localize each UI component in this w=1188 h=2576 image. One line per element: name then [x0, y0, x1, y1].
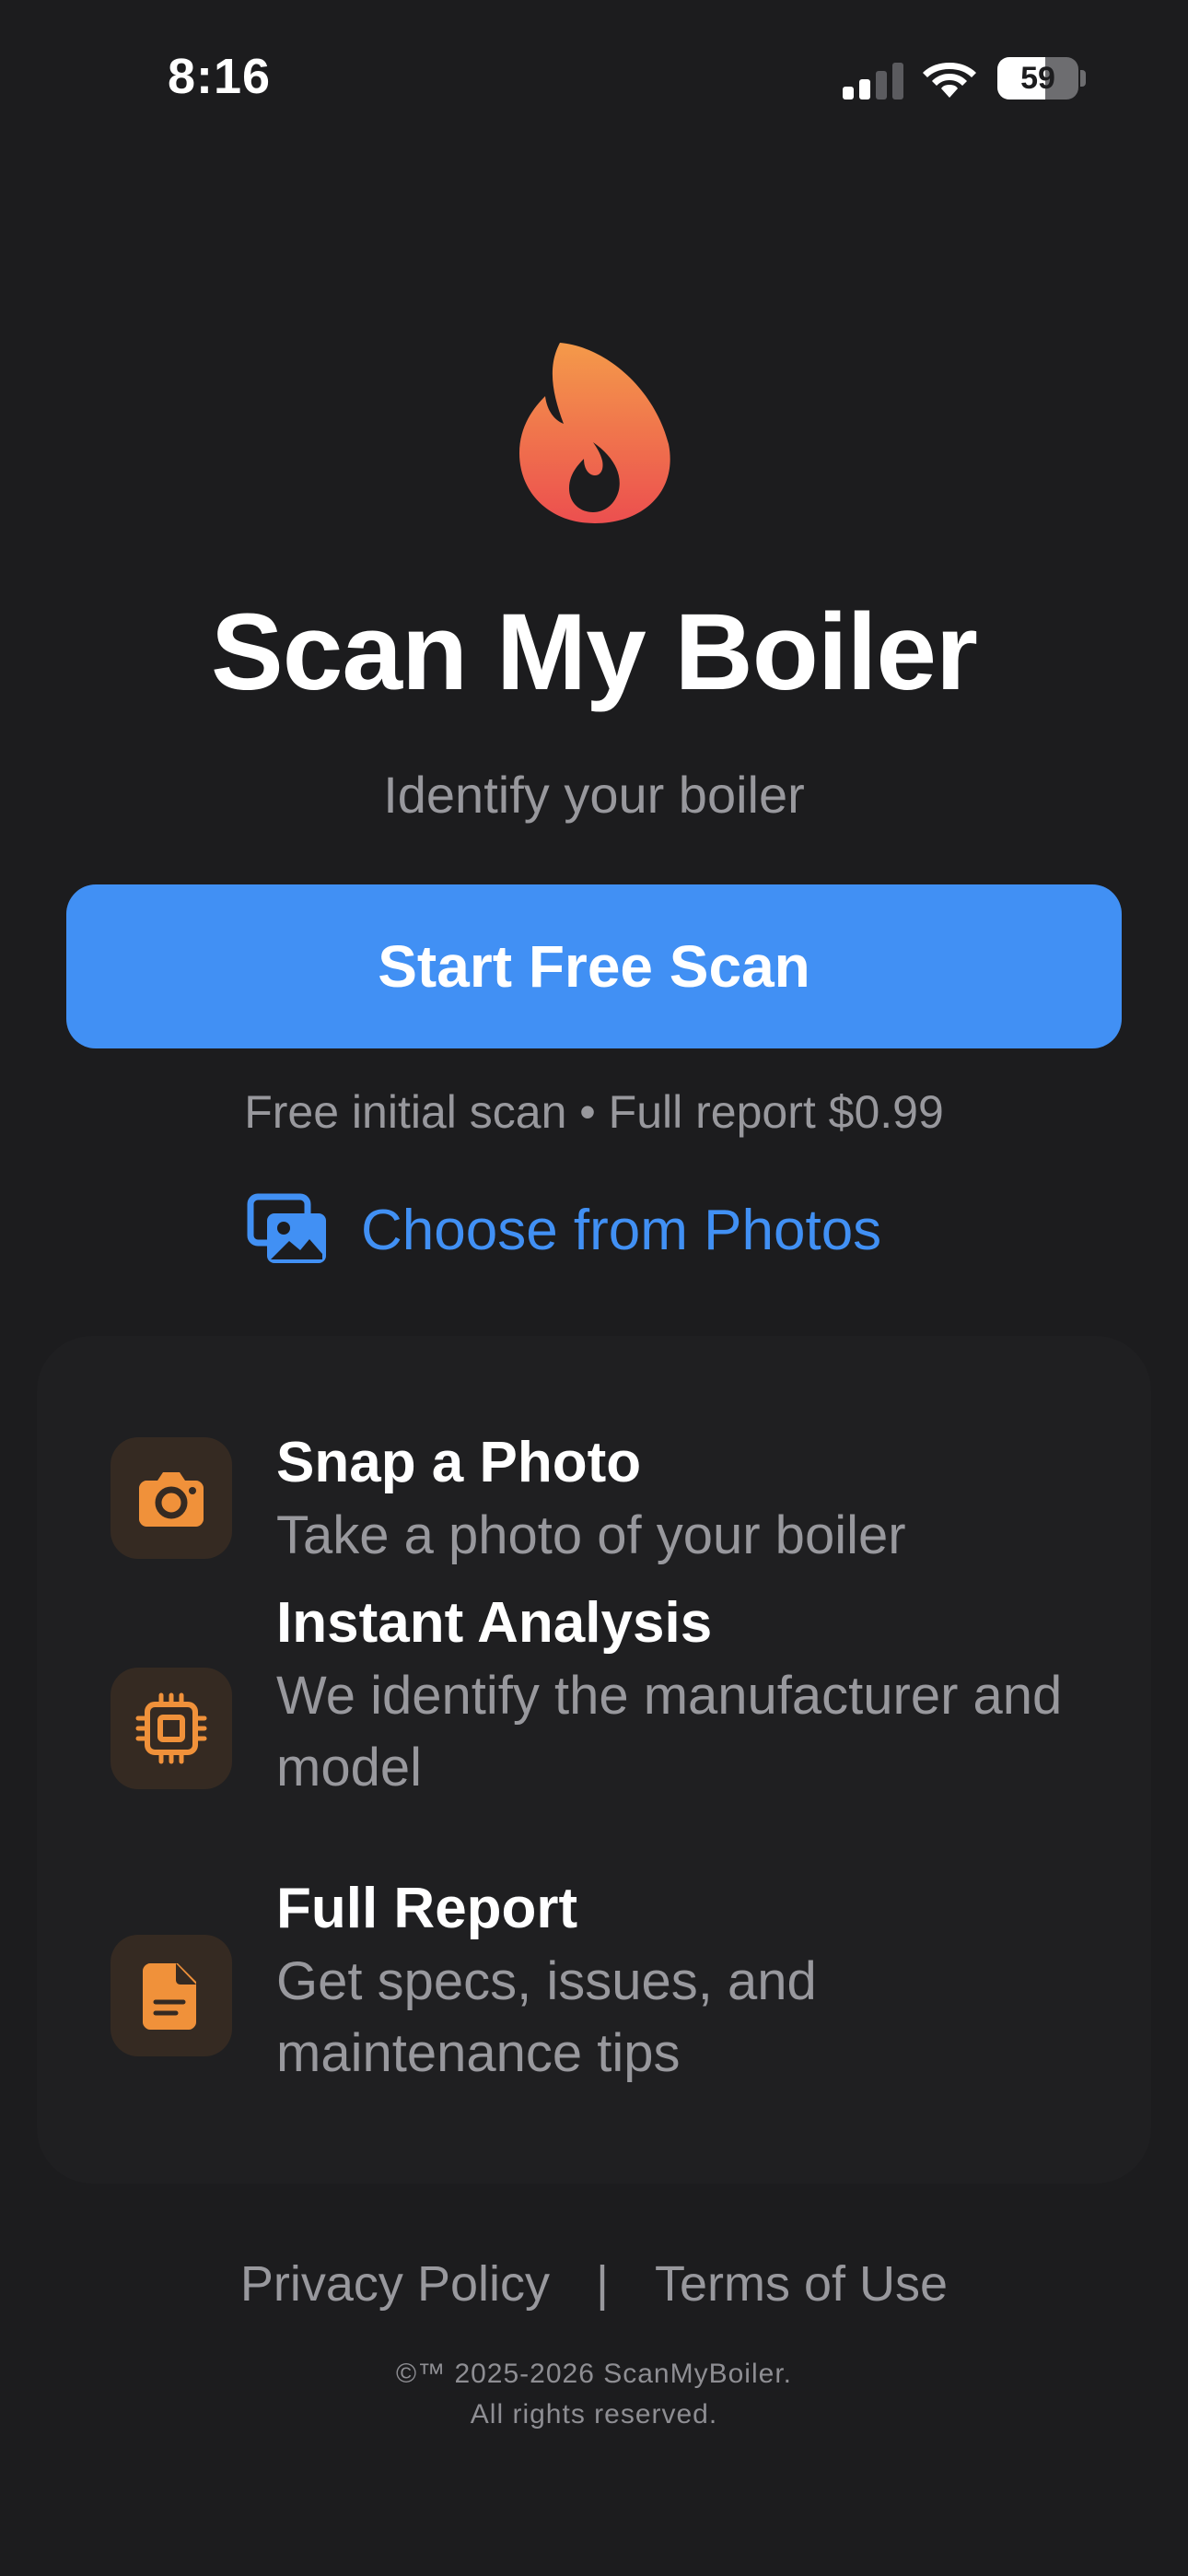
- features-card: Snap a Photo Take a photo of your boiler: [37, 1336, 1151, 2184]
- terms-of-use-link[interactable]: Terms of Use: [655, 2255, 948, 2313]
- feature-description: We identify the manufacturer and model: [276, 1666, 1063, 1797]
- cellular-signal-icon: [843, 63, 903, 100]
- flame-icon: [519, 343, 670, 523]
- pricing-note: Free initial scan • Full report $0.99: [244, 1086, 944, 1138]
- feature-description: Take a photo of your boiler: [276, 1505, 906, 1565]
- document-icon: [143, 1963, 196, 2030]
- choose-from-photos-link[interactable]: Choose from Photos: [247, 1188, 881, 1271]
- footer-links: Privacy Policy | Terms of Use: [0, 2255, 1188, 2313]
- feature-title: Snap a Photo: [276, 1431, 642, 1494]
- battery-indicator: 59: [997, 57, 1086, 100]
- wifi-icon: [923, 63, 976, 98]
- photo-library-icon: [247, 1193, 326, 1263]
- camera-icon: [139, 1472, 204, 1527]
- status-time: 8:16: [168, 49, 272, 104]
- status-bar: 8:16 59: [0, 0, 1188, 157]
- feature-description: Get specs, issues, and maintenance tips: [276, 1951, 817, 2083]
- copyright-line-1: ©™ 2025-2026 ScanMyBoiler.: [396, 2359, 792, 2389]
- choose-from-photos-label: Choose from Photos: [361, 1198, 882, 1262]
- copyright-line-2: All rights reserved.: [470, 2399, 718, 2430]
- footer-separator: |: [595, 2256, 610, 2312]
- copyright: ©™ 2025-2026 ScanMyBoiler. All rights re…: [0, 2354, 1188, 2435]
- feature-icon-container: [111, 1437, 232, 1559]
- app-title: Scan My Boiler: [211, 591, 978, 713]
- cpu-chip-icon: [135, 1692, 207, 1764]
- feature-title: Instant Analysis: [276, 1591, 713, 1655]
- start-free-scan-button[interactable]: Start Free Scan: [66, 884, 1122, 1048]
- app-subtitle: Identify your boiler: [383, 766, 805, 824]
- feature-icon-container: [111, 1668, 232, 1789]
- feature-icon-container: [111, 1935, 232, 2056]
- feature-title: Full Report: [276, 1877, 578, 1940]
- screen: 8:16 59 Scan My Boiler Identify your boi…: [0, 0, 1188, 2576]
- battery-level: 59: [1020, 61, 1055, 96]
- privacy-policy-link[interactable]: Privacy Policy: [240, 2255, 550, 2313]
